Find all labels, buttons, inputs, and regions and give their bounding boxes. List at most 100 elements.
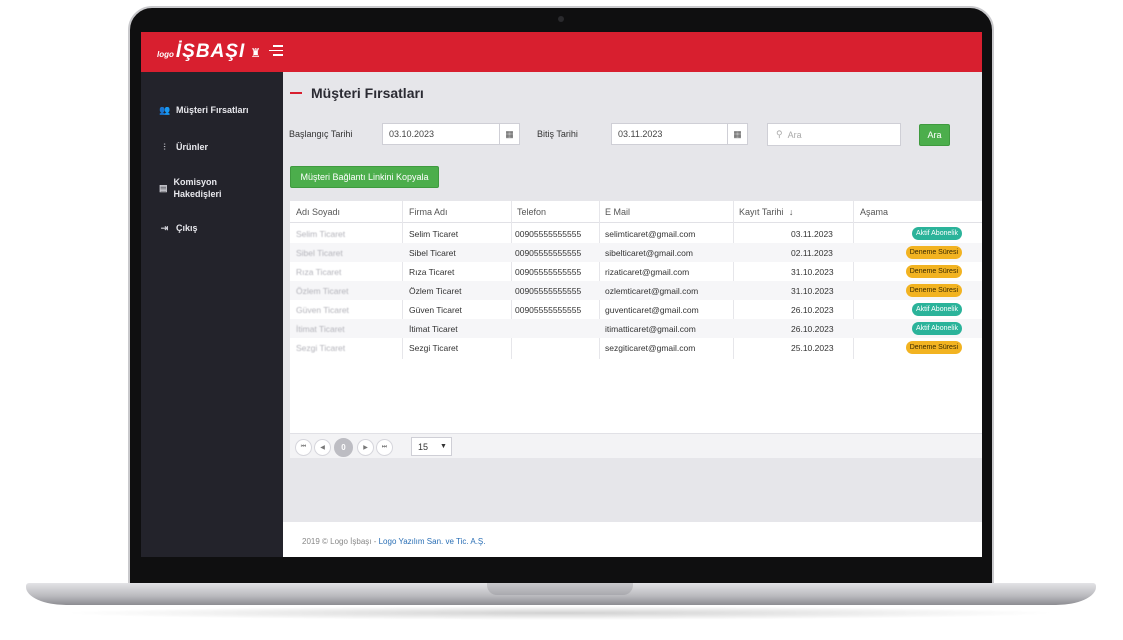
sidebar: 👥 Müşteri Fırsatları ⫶ Ürünler ▤ Komisyo… — [141, 72, 283, 557]
email-address: sezgiticaret@gmail.com — [605, 343, 696, 353]
top-bar: logo İŞBAŞI ♜ — [141, 32, 982, 72]
customer-name: Selim Ticaret — [296, 229, 346, 239]
company-name: Selim Ticaret — [409, 229, 459, 239]
logo-small-text: logo — [157, 50, 174, 59]
search-icon: ⚲ — [776, 129, 783, 139]
registration-date: 25.10.2023 — [791, 343, 834, 353]
next-page-button[interactable]: ▶ — [357, 439, 374, 456]
table-row[interactable]: Rıza Ticaret Rıza Ticaret 00905555555555 ri… — [290, 262, 982, 281]
start-date-label: Başlangıç Tarihi — [289, 129, 353, 139]
copy-link-button[interactable]: Müşteri Bağlantı Linkini Kopyala — [290, 166, 439, 188]
first-page-button[interactable]: ⏮ — [295, 439, 312, 456]
main-content: Müşteri Fırsatları Başlangıç Tarihi 03.1… — [283, 72, 982, 557]
company-name: Sezgi Ticaret — [409, 343, 459, 353]
company-name: Güven Ticaret — [409, 305, 462, 315]
column-header[interactable]: Aşama — [860, 207, 888, 217]
sidebar-item-musteri-firsatlari[interactable]: 👥 Müşteri Fırsatları — [159, 105, 249, 116]
app-screen: logo İŞBAŞI ♜ 👥 Müşteri Fırsatları ⫶ Ürü… — [141, 32, 982, 557]
sliders-icon: ⫶ — [163, 142, 166, 152]
document-icon: ▤ — [159, 183, 168, 193]
sidebar-item-komisyon[interactable]: ▤ Komisyon Hakedişleri — [159, 176, 239, 200]
status-badge: Aktif Abonelik — [911, 303, 962, 316]
registration-date: 31.10.2023 — [791, 286, 834, 296]
phone-number: 00905555555555 — [515, 267, 582, 277]
table-header: Adı Soyadı Firma Adı Telefon E Mail Kayı… — [290, 201, 982, 223]
table-row[interactable]: İtimat Ticaret İtimat Ticaret itimatticare… — [290, 319, 982, 338]
registration-date: 26.10.2023 — [791, 305, 834, 315]
table-row[interactable]: Sezgi Ticaret Sezgi Ticaret sezgiticaret@g… — [290, 338, 982, 357]
email-address: itimatticaret@gmail.com — [605, 324, 696, 334]
status-badge: Aktif Abonelik — [911, 227, 962, 240]
search-placeholder: Ara — [787, 129, 802, 140]
footer-text: 2019 © Logo İşbaşı - — [302, 537, 379, 546]
status-badge: Deneme Süresi — [905, 265, 962, 278]
opportunities-table: Adı Soyadı Firma Adı Telefon E Mail Kayı… — [290, 201, 982, 458]
column-header[interactable]: Kayıt Tarihi ↓ — [739, 207, 793, 217]
end-calendar-icon[interactable]: ▦ — [728, 123, 748, 145]
company-name: Sibel Ticaret — [409, 248, 456, 258]
sidebar-item-label: Komisyon Hakedişleri — [173, 177, 222, 199]
column-header[interactable]: Telefon — [517, 207, 546, 217]
registration-date: 26.10.2023 — [791, 324, 834, 334]
end-date-input[interactable]: 03.11.2023 — [611, 123, 728, 145]
table-row[interactable]: Güven Ticaret Güven Ticaret 00905555555555… — [290, 300, 982, 319]
table-row[interactable]: Özlem Ticaret Özlem Ticaret 00905555555555… — [290, 281, 982, 300]
customer-name: Sezgi Ticaret — [296, 343, 346, 353]
title-accent — [290, 92, 302, 94]
logout-icon: ⇥ — [160, 223, 169, 233]
sidebar-item-urunler[interactable]: ⫶ Ürünler — [159, 142, 208, 153]
customer-name: Rıza Ticaret — [296, 267, 342, 277]
email-address: rizaticaret@gmail.com — [605, 267, 690, 277]
sort-desc-icon: ↓ — [788, 207, 794, 217]
table-row[interactable]: Selim Ticaret Selim Ticaret 00905555555555… — [290, 224, 982, 243]
prev-page-button[interactable]: ◀ — [314, 439, 331, 456]
status-badge: Deneme Süresi — [905, 284, 962, 297]
customer-name: Güven Ticaret — [296, 305, 349, 315]
phone-number: 00905555555555 — [515, 248, 582, 258]
email-address: ozlemticaret@gmail.com — [605, 286, 699, 296]
logo-mark-icon: ♜ — [250, 46, 262, 60]
chevron-down-icon: ▼ — [440, 443, 447, 450]
laptop-notch — [487, 583, 633, 595]
last-page-button[interactable]: ⏭ — [376, 439, 393, 456]
camera-icon — [558, 16, 564, 22]
column-header[interactable]: Firma Adı — [409, 207, 448, 217]
table-row[interactable]: Sibel Ticaret Sibel Ticaret 00905555555555… — [290, 243, 982, 262]
page-size-select[interactable]: 15 ▼ — [411, 437, 452, 456]
pagination-bar: ⏮ ◀ 0 ▶ ⏭ 15 ▼ — [290, 433, 982, 458]
sidebar-item-label: Çıkış — [176, 223, 198, 233]
users-icon: 👥 — [159, 105, 171, 115]
email-address: guventicaret@gmail.com — [605, 305, 699, 315]
column-header-label: Kayıt Tarihi — [739, 207, 784, 217]
page-title: Müşteri Fırsatları — [311, 85, 424, 101]
company-name: İtimat Ticaret — [409, 324, 458, 334]
status-badge: Aktif Abonelik — [911, 322, 962, 335]
phone-number: 00905555555555 — [515, 229, 582, 239]
email-address: sibelticaret@gmail.com — [605, 248, 693, 258]
page-size-value: 15 — [418, 441, 429, 452]
footer-company-link[interactable]: Logo Yazılım San. ve Tic. A.Ş. — [379, 537, 486, 546]
phone-number: 00905555555555 — [515, 305, 582, 315]
status-badge: Deneme Süresi — [905, 246, 962, 259]
search-button[interactable]: Ara — [919, 124, 950, 146]
page-header: Müşteri Fırsatları — [290, 85, 424, 101]
current-page-button[interactable]: 0 — [334, 438, 353, 457]
customer-name: Sibel Ticaret — [296, 248, 343, 258]
sidebar-item-cikis[interactable]: ⇥ Çıkış — [159, 223, 198, 234]
sidebar-item-label: Müşteri Fırsatları — [176, 105, 249, 115]
start-date-input[interactable]: 03.10.2023 — [382, 123, 500, 145]
column-header[interactable]: Adı Soyadı — [296, 207, 340, 217]
email-address: selimticaret@gmail.com — [605, 229, 696, 239]
start-calendar-icon[interactable]: ▦ — [500, 123, 520, 145]
sidebar-item-label: Ürünler — [176, 142, 209, 152]
registration-date: 03.11.2023 — [791, 229, 833, 239]
laptop-bezel — [141, 557, 982, 571]
laptop-shadow — [60, 606, 1060, 620]
end-date-label: Bitiş Tarihi — [537, 129, 578, 139]
search-input[interactable]: ⚲ Ara — [767, 123, 901, 146]
status-badge: Deneme Süresi — [905, 341, 962, 354]
app-logo[interactable]: logo İŞBAŞI ♜ — [157, 41, 261, 63]
column-header[interactable]: E Mail — [605, 207, 630, 217]
menu-toggle-icon[interactable] — [269, 45, 283, 57]
footer: 2019 © Logo İşbaşı - Logo Yazılım San. v… — [283, 522, 982, 557]
